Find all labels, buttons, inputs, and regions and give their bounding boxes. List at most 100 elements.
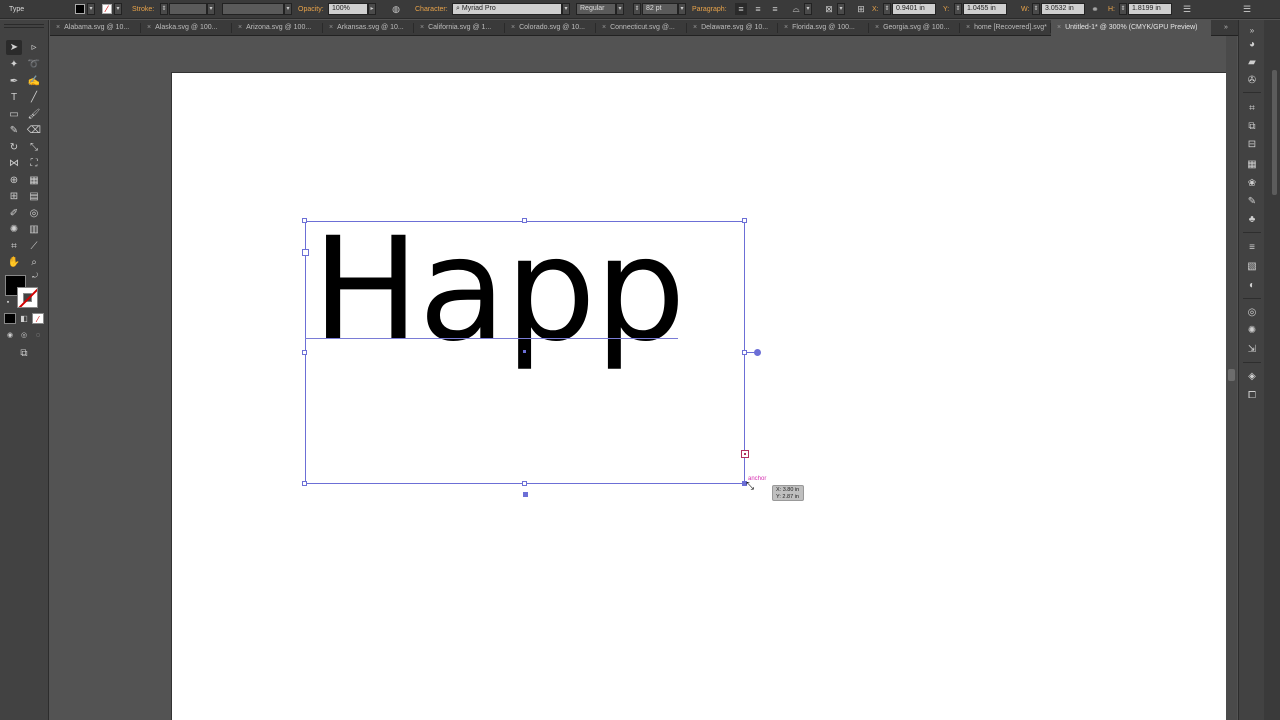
- constrain-link-icon[interactable]: ⚭: [1089, 3, 1101, 15]
- reference-point-icon[interactable]: ⊞: [855, 3, 867, 15]
- stroke-color-box[interactable]: [17, 287, 38, 308]
- draw-inside-icon[interactable]: ◌: [32, 330, 44, 341]
- font-size-dropdown-icon[interactable]: ▾: [678, 3, 686, 15]
- h-stepper[interactable]: ⇕: [1119, 3, 1127, 15]
- graphic-styles-icon[interactable]: ✺: [1244, 324, 1260, 338]
- document-tab[interactable]: × Arkansas.svg @ 10...: [323, 20, 413, 36]
- close-icon[interactable]: ×: [511, 24, 515, 31]
- document-tab-active[interactable]: × Untitled-1* @ 300% (CMYK/GPU Preview): [1051, 20, 1211, 36]
- dock-scrollbar-thumb[interactable]: [1272, 70, 1277, 195]
- area-type-handle-bottom[interactable]: [523, 492, 528, 497]
- w-stepper[interactable]: ⇕: [1032, 3, 1040, 15]
- stroke-weight-field[interactable]: [169, 3, 207, 15]
- shape-icon[interactable]: ⌓: [790, 3, 802, 15]
- symbol-sprayer-tool-icon[interactable]: ✺: [6, 222, 22, 237]
- none-mode-icon[interactable]: ⁄: [32, 313, 44, 324]
- rotate-tool-icon[interactable]: ↻: [6, 140, 22, 155]
- close-icon[interactable]: ×: [602, 24, 606, 31]
- document-tab[interactable]: × Alabama.svg @ 10...: [50, 20, 140, 36]
- mesh-tool-icon[interactable]: ⊞: [6, 189, 22, 204]
- transform-panel-icon[interactable]: ⌗: [1244, 102, 1260, 116]
- graph-tool-icon[interactable]: ▥: [26, 222, 42, 237]
- close-icon[interactable]: ×: [329, 24, 333, 31]
- bbox-handle-top-center[interactable]: [522, 218, 527, 223]
- transform-dropdown-icon[interactable]: ▾: [837, 3, 845, 15]
- pathfinder-icon[interactable]: ⧉: [1244, 120, 1260, 134]
- document-tab[interactable]: × Alaska.svg @ 100...: [141, 20, 231, 36]
- bbox-handle-bottom-left[interactable]: [302, 481, 307, 486]
- gradient-panel-icon[interactable]: ▧: [1244, 260, 1260, 274]
- close-icon[interactable]: ×: [420, 24, 424, 31]
- align-panel-icon[interactable]: ⊟: [1244, 138, 1260, 152]
- swap-fill-stroke-icon[interactable]: ⤾: [30, 272, 40, 282]
- vertical-scrollbar[interactable]: [1226, 36, 1237, 720]
- blob-brush-tool-icon[interactable]: ✎: [6, 123, 22, 138]
- x-field[interactable]: 0.9401 in: [892, 3, 936, 15]
- width-tool-icon[interactable]: ⋈: [6, 156, 22, 171]
- type-widget-handle[interactable]: [754, 349, 761, 356]
- stroke-weight-dropdown-icon[interactable]: ▾: [207, 3, 215, 15]
- align-right-icon[interactable]: ≡: [769, 3, 781, 15]
- document-tab[interactable]: × Delaware.svg @ 10...: [687, 20, 777, 36]
- color-guide-icon[interactable]: ◕: [1244, 38, 1260, 52]
- hand-tool-icon[interactable]: ✋: [6, 255, 22, 270]
- curvature-tool-icon[interactable]: ✍: [26, 74, 42, 89]
- font-size-stepper[interactable]: ⇕: [633, 3, 641, 15]
- recolor-icon[interactable]: ◍: [390, 3, 402, 15]
- brushes-icon[interactable]: ✎: [1244, 195, 1260, 209]
- close-icon[interactable]: ×: [147, 24, 151, 31]
- font-size-field[interactable]: 82 pt: [642, 3, 678, 15]
- scale-tool-icon[interactable]: ⤡: [26, 140, 42, 155]
- stroke-weight-stepper[interactable]: ⇕: [160, 3, 168, 15]
- zoom-tool-icon[interactable]: ⌕: [26, 255, 42, 270]
- selection-tool-icon[interactable]: ➤: [6, 40, 22, 55]
- bbox-handle-middle-left[interactable]: [302, 350, 307, 355]
- clubs-symbol-icon[interactable]: ♣: [1244, 213, 1260, 227]
- eraser-tool-icon[interactable]: ⌫: [26, 123, 42, 138]
- lasso-tool-icon[interactable]: ➰: [26, 57, 42, 72]
- rectangle-tool-icon[interactable]: ▭: [6, 107, 22, 122]
- panel-menu-icon[interactable]: ☰: [1181, 3, 1193, 15]
- document-tab[interactable]: × Georgia.svg @ 100...: [869, 20, 959, 36]
- blend-tool-icon[interactable]: ◎: [26, 206, 42, 221]
- draw-normal-icon[interactable]: ◉: [4, 330, 16, 341]
- draw-behind-icon[interactable]: ◎: [18, 330, 30, 341]
- stroke-dropdown-icon[interactable]: ▾: [114, 3, 122, 15]
- close-icon[interactable]: ×: [784, 24, 788, 31]
- slice-tool-icon[interactable]: ⟋: [26, 239, 42, 254]
- screen-mode-icon[interactable]: ⧉: [15, 346, 33, 361]
- shape-builder-tool-icon[interactable]: ⊕: [6, 173, 22, 188]
- font-family-field[interactable]: ⌕ Myriad Pro: [452, 3, 562, 15]
- close-icon[interactable]: ×: [966, 24, 970, 31]
- bbox-handle-bottom-center[interactable]: [522, 481, 527, 486]
- artboards-panel-icon[interactable]: ⧠: [1244, 389, 1260, 403]
- pen-tool-icon[interactable]: ✒: [6, 74, 22, 89]
- document-tab[interactable]: × California.svg @ 1...: [414, 20, 504, 36]
- asset-export-icon[interactable]: ⇲: [1244, 343, 1260, 357]
- close-icon[interactable]: ×: [56, 24, 60, 31]
- document-tab[interactable]: × Florida.svg @ 100...: [778, 20, 868, 36]
- in-port[interactable]: [302, 249, 309, 256]
- shape-dropdown-icon[interactable]: ▾: [804, 3, 812, 15]
- transparency-icon[interactable]: ◐: [1244, 279, 1260, 293]
- bbox-handle-top-right[interactable]: [742, 218, 747, 223]
- layers-icon[interactable]: ◈: [1244, 370, 1260, 384]
- align-left-icon[interactable]: ≡: [735, 3, 747, 15]
- y-stepper[interactable]: ⇕: [954, 3, 962, 15]
- control-bar-menu-icon[interactable]: ☰: [1241, 3, 1253, 15]
- direct-selection-tool-icon[interactable]: ▹: [26, 40, 42, 55]
- document-tab[interactable]: × Connecticut.svg @...: [596, 20, 686, 36]
- stroke-swatch[interactable]: ⁄: [102, 4, 112, 14]
- artboard-tool-icon[interactable]: ⌗: [6, 239, 22, 254]
- stroke-panel-icon[interactable]: ≡: [1244, 241, 1260, 255]
- dock-collapse-icon[interactable]: »: [1244, 24, 1260, 38]
- default-colors-icon[interactable]: ▪: [3, 298, 13, 308]
- tab-overflow-icon[interactable]: »: [1222, 20, 1236, 36]
- profile-dropdown-icon[interactable]: ▾: [284, 3, 292, 15]
- close-icon[interactable]: ×: [1057, 24, 1061, 31]
- dock-scrollbar[interactable]: [1264, 20, 1280, 720]
- font-style-field[interactable]: Regular: [576, 3, 616, 15]
- gradient-mode-icon[interactable]: ◧: [18, 313, 30, 324]
- h-field[interactable]: 1.8199 in: [1128, 3, 1172, 15]
- magic-wand-tool-icon[interactable]: ✦: [6, 57, 22, 72]
